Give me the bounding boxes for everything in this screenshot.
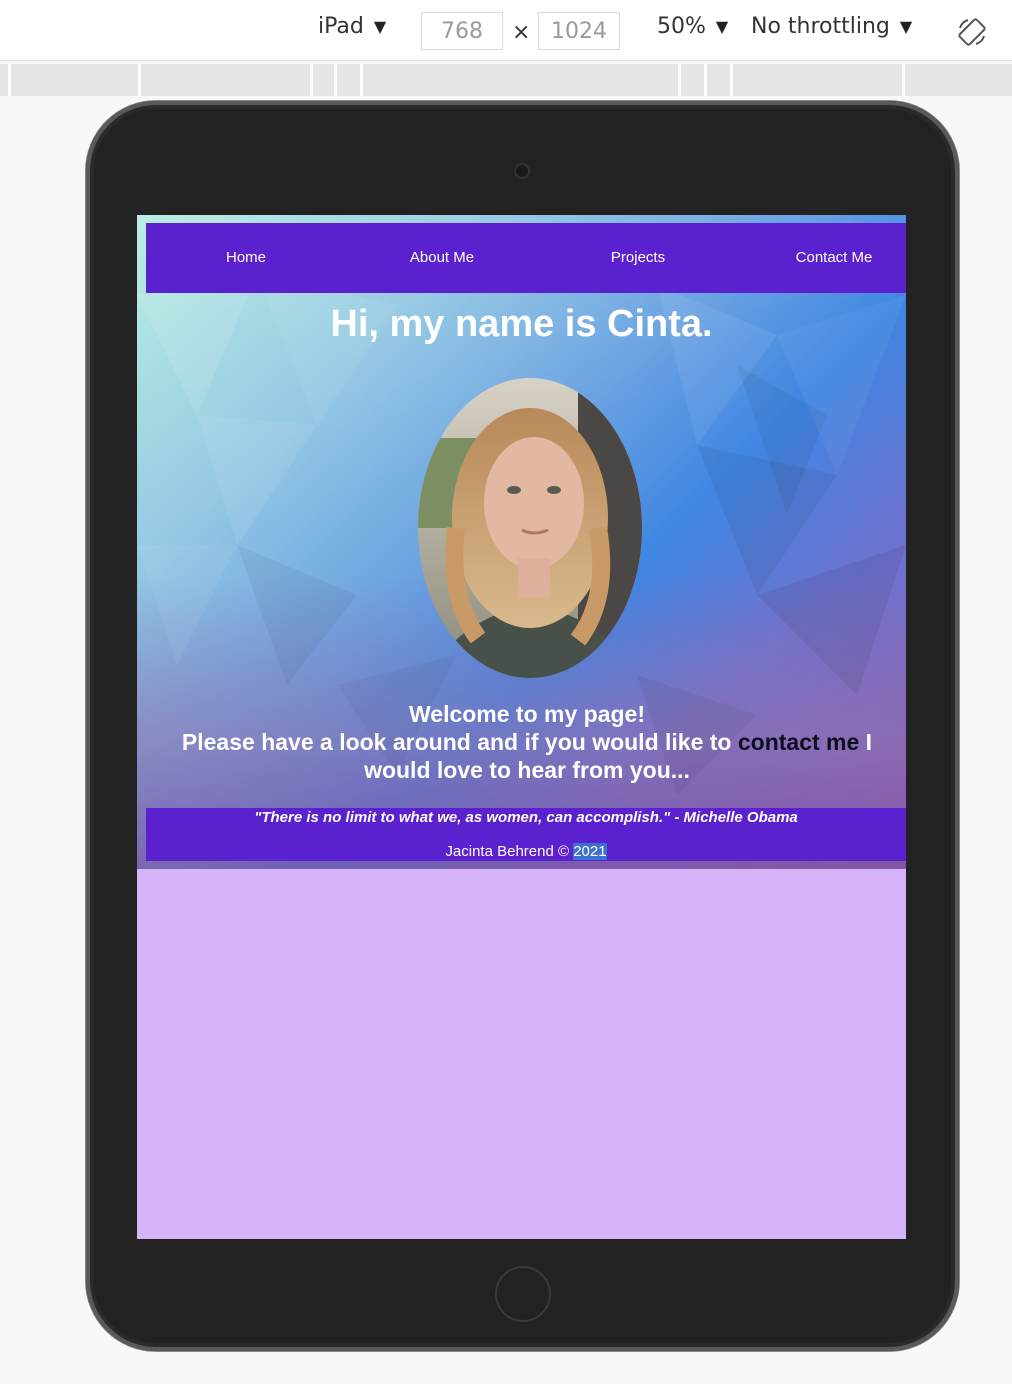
ruler-segment[interactable] (730, 64, 905, 96)
welcome-body: Please have a look around and if you wou… (157, 728, 897, 784)
welcome-heading: Welcome to my page! (408, 701, 646, 727)
device-select-label: iPad (318, 14, 364, 39)
ruler-segment[interactable] (704, 64, 733, 96)
profile-photo (418, 378, 642, 678)
zoom-dropdown-icon: ▼ (715, 17, 729, 36)
throttling-select-label: No throttling (751, 14, 890, 39)
page-title: Hi, my name is Cinta. (330, 303, 713, 345)
footer-copyright: Jacinta Behrend © 2021 (146, 843, 906, 860)
throttling-select[interactable]: No throttling ▼ (751, 14, 912, 39)
copyright-name: Jacinta Behrend © (445, 843, 570, 860)
dimension-separator: × (512, 20, 531, 45)
nav-about-link[interactable]: About Me (410, 249, 474, 266)
main-navbar: Home About Me Projects Contact Me (146, 223, 906, 293)
rotate-device-icon[interactable] (956, 16, 988, 48)
welcome-message: Welcome to my page! Please have a look a… (157, 700, 897, 784)
media-query-ruler (0, 64, 1012, 96)
contact-me-link[interactable]: contact me (738, 729, 859, 755)
device-screen: Home About Me Projects Contact Me Hi, my… (137, 215, 906, 1239)
device-dropdown-icon: ▼ (373, 17, 387, 36)
ruler-segment[interactable] (310, 64, 337, 96)
hero-section: Home About Me Projects Contact Me Hi, my… (137, 215, 906, 869)
home-button-icon[interactable] (495, 1266, 551, 1322)
nav-projects-link[interactable]: Projects (611, 249, 665, 266)
copyright-year: 2021 (573, 843, 607, 860)
zoom-select[interactable]: 50% ▼ (657, 14, 728, 39)
zoom-select-label: 50% (657, 14, 706, 39)
ruler-segment[interactable] (678, 64, 707, 96)
page-background-area (137, 869, 906, 1239)
footer-quote: "There is no limit to what we, as women,… (254, 809, 798, 826)
nav-home-link[interactable]: Home (226, 249, 266, 266)
ruler-segment[interactable] (8, 64, 141, 96)
height-input[interactable]: 1024 (538, 12, 620, 50)
welcome-text-before-link: Please have a look around and if you wou… (181, 729, 738, 755)
ruler-segment[interactable] (334, 64, 363, 96)
throttling-dropdown-icon: ▼ (899, 17, 913, 36)
ruler-segment[interactable] (902, 64, 1012, 96)
ruler-segment[interactable] (138, 64, 313, 96)
page-footer: "There is no limit to what we, as women,… (146, 808, 906, 861)
device-toolbar: iPad ▼ 768 × 1024 50% ▼ No throttling ▼ (0, 0, 1012, 61)
nav-contact-link[interactable]: Contact Me (796, 249, 873, 266)
ruler-segment[interactable] (360, 64, 681, 96)
ipad-frame: Home About Me Projects Contact Me Hi, my… (86, 101, 959, 1351)
width-input[interactable]: 768 (421, 12, 503, 50)
camera-icon (514, 163, 530, 179)
device-select[interactable]: iPad ▼ (318, 14, 386, 39)
